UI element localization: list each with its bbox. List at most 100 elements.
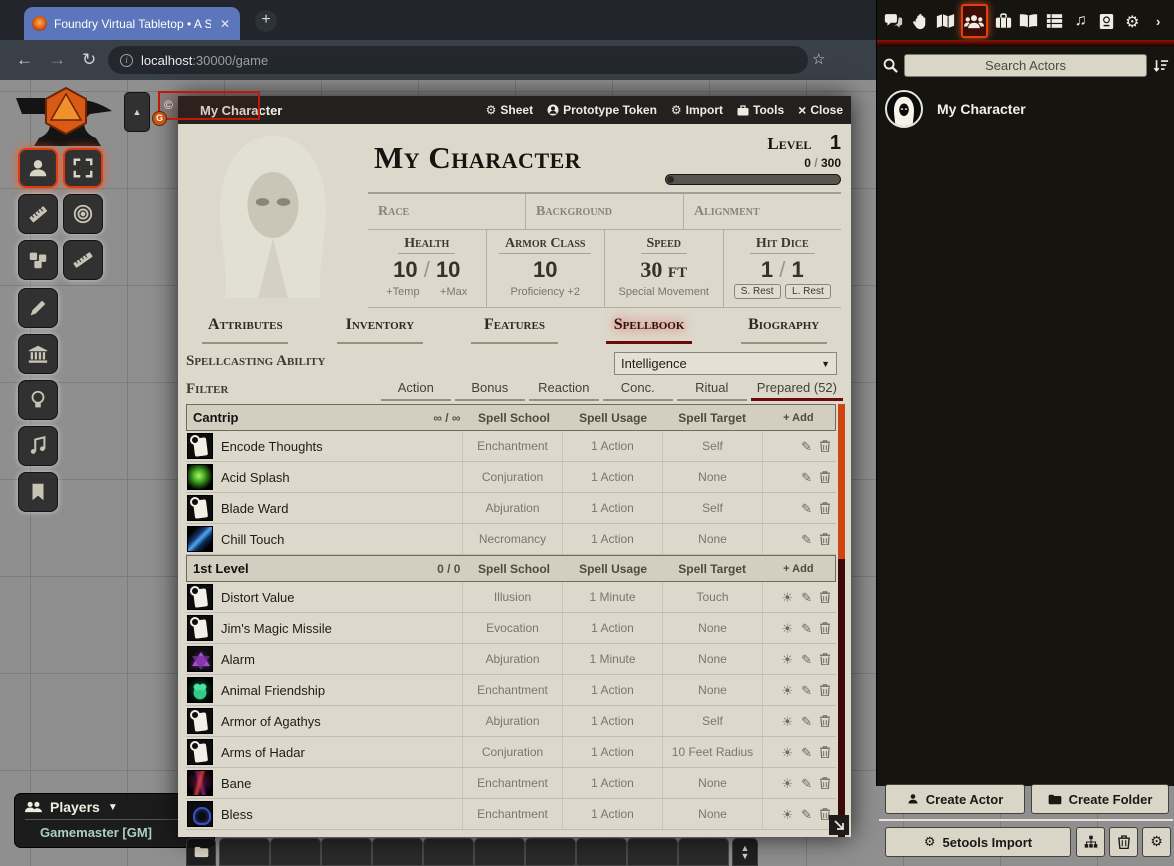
spell-slots[interactable]: 0 / 0	[375, 562, 464, 576]
filter-prepared-52-[interactable]: Prepared (52)	[751, 380, 843, 401]
prepare-spell-icon[interactable]: ☀	[781, 777, 793, 790]
prepare-spell-icon[interactable]: ☀	[781, 653, 793, 666]
new-tab-button[interactable]: +	[255, 10, 277, 32]
collapse-nav-button[interactable]: ▲	[124, 92, 150, 132]
macro-slot[interactable]	[627, 838, 678, 866]
reload-button[interactable]: ↻	[82, 50, 96, 70]
edit-spell-icon[interactable]: ✎	[801, 684, 812, 697]
spell-name[interactable]: Animal Friendship	[213, 683, 462, 698]
edit-spell-icon[interactable]: ✎	[801, 746, 812, 759]
alarm-icon[interactable]	[187, 646, 213, 672]
chill-touch-icon[interactable]	[187, 526, 213, 552]
long-rest-button[interactable]: L. Rest	[785, 284, 831, 299]
filter-action[interactable]: Action	[381, 380, 451, 401]
close-window-button[interactable]: ×Close	[798, 102, 843, 118]
back-button[interactable]: ←	[16, 50, 33, 70]
level-value[interactable]: 1	[830, 132, 841, 154]
macro-slot[interactable]	[678, 838, 729, 866]
tab-scenes[interactable]	[935, 6, 957, 36]
tab-journal[interactable]	[1018, 6, 1040, 36]
spellcasting-ability-select[interactable]: Intelligence ▼	[614, 352, 837, 375]
scroll-icon[interactable]	[187, 433, 213, 459]
edit-spell-icon[interactable]: ✎	[801, 471, 812, 484]
tab-close-icon[interactable]: ✕	[218, 17, 232, 31]
ruler-tool-button[interactable]	[63, 240, 103, 280]
resize-handle[interactable]	[829, 815, 849, 835]
macro-slot[interactable]	[270, 838, 321, 866]
delete-spell-icon[interactable]	[820, 591, 830, 605]
spell-name[interactable]: Jim's Magic Missile	[213, 621, 462, 636]
prepare-spell-icon[interactable]: ☀	[781, 715, 793, 728]
prepare-spell-icon[interactable]: ☀	[781, 591, 793, 604]
delete-spell-icon[interactable]	[820, 684, 830, 698]
edit-spell-icon[interactable]: ✎	[801, 622, 812, 635]
edit-spell-icon[interactable]: ✎	[801, 440, 812, 453]
hotbar-page-button[interactable]: ▲▼	[732, 838, 758, 866]
spell-name[interactable]: Arms of Hadar	[213, 745, 462, 760]
sort-icon[interactable]	[1153, 58, 1169, 73]
spell-name[interactable]: Alarm	[213, 652, 462, 667]
scroll-icon[interactable]	[187, 495, 213, 521]
directory-settings-button[interactable]: ⚙	[1142, 827, 1171, 857]
background-field[interactable]: Background	[526, 194, 684, 229]
edit-spell-icon[interactable]: ✎	[801, 808, 812, 821]
actor-list-item[interactable]: My Character	[877, 84, 1174, 134]
spell-name[interactable]: Distort Value	[213, 590, 462, 605]
hp-current[interactable]: 10	[393, 257, 417, 282]
sidebar-collapse-icon[interactable]: ›	[1147, 6, 1169, 36]
tab-settings[interactable]: ⚙	[1121, 6, 1143, 36]
edit-spell-icon[interactable]: ✎	[801, 591, 812, 604]
edit-spell-icon[interactable]: ✎	[801, 777, 812, 790]
macro-slot[interactable]	[474, 838, 525, 866]
add-spell-button[interactable]: + Add	[762, 563, 835, 575]
create-actor-button[interactable]: Create Actor	[885, 784, 1025, 814]
create-folder-button[interactable]: Create Folder	[1031, 784, 1169, 814]
tab-spellbook[interactable]: Spellbook	[582, 316, 717, 346]
special-movement-label[interactable]: Special Movement	[619, 286, 710, 298]
tab-chat[interactable]	[883, 6, 905, 36]
delete-spell-icon[interactable]	[820, 715, 830, 729]
macro-slot[interactable]	[372, 838, 423, 866]
edit-spell-icon[interactable]: ✎	[801, 715, 812, 728]
tools-button[interactable]: Tools	[737, 103, 784, 117]
delete-spell-icon[interactable]	[820, 440, 830, 454]
filter-reaction[interactable]: Reaction	[529, 380, 599, 401]
tab-attributes[interactable]: Attributes	[178, 316, 313, 346]
sounds-tool-button[interactable]	[18, 426, 58, 466]
scroll-icon[interactable]	[187, 708, 213, 734]
forward-button[interactable]: →	[49, 50, 66, 70]
spell-name[interactable]: Chill Touch	[213, 532, 462, 547]
macro-slot[interactable]	[219, 838, 270, 866]
filter-bonus[interactable]: Bonus	[455, 380, 525, 401]
info-icon[interactable]: i	[120, 54, 133, 67]
hd-max[interactable]: 1	[791, 257, 803, 282]
spell-name[interactable]: Bless	[213, 807, 462, 822]
filter-ritual[interactable]: Ritual	[677, 380, 747, 401]
tab-biography[interactable]: Biography	[716, 316, 851, 346]
prepare-spell-icon[interactable]: ☀	[781, 622, 793, 635]
token-tool-button[interactable]	[18, 148, 58, 188]
tab-combat[interactable]	[909, 6, 931, 36]
edit-spell-icon[interactable]: ✎	[801, 502, 812, 515]
delete-spell-icon[interactable]	[820, 777, 830, 791]
edit-spell-icon[interactable]: ✎	[801, 653, 812, 666]
browser-tab[interactable]: Foundry Virtual Tabletop • A Stan ✕	[24, 7, 240, 40]
filter-conc-[interactable]: Conc.	[603, 380, 673, 401]
lighting-tool-button[interactable]	[18, 380, 58, 420]
macro-folder-button[interactable]	[186, 838, 216, 866]
hd-current[interactable]: 1	[761, 257, 773, 282]
tab-features[interactable]: Features	[447, 316, 582, 346]
short-rest-button[interactable]: S. Rest	[734, 284, 781, 299]
tab-inventory[interactable]: Inventory	[313, 316, 448, 346]
delete-spell-icon[interactable]	[820, 746, 830, 760]
url-bar[interactable]: i localhost:30000/game	[108, 46, 808, 74]
delete-spell-icon[interactable]	[820, 471, 830, 485]
prepare-spell-icon[interactable]: ☀	[781, 684, 793, 697]
spell-name[interactable]: Armor of Agathys	[213, 714, 462, 729]
add-spell-button[interactable]: + Add	[762, 412, 835, 424]
bookmark-star-icon[interactable]: ☆	[812, 50, 825, 68]
spell-name[interactable]: Acid Splash	[213, 470, 462, 485]
5etools-import-button[interactable]: ⚙ 5etools Import	[885, 827, 1071, 857]
tiles-tool-button[interactable]	[18, 240, 58, 280]
character-portrait[interactable]	[186, 124, 360, 310]
